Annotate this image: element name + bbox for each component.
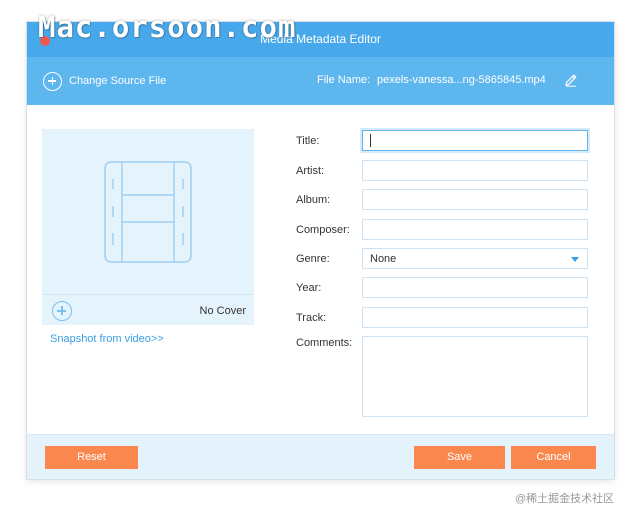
genre-select[interactable]: None (362, 248, 588, 269)
year-label: Year: (296, 282, 322, 294)
file-name-value: pexels-vanessa...ng-5865845.mp4 (377, 74, 546, 86)
cover-footer: No Cover (42, 294, 254, 325)
album-input[interactable] (362, 189, 588, 210)
genre-label: Genre: (296, 253, 330, 265)
plus-circle-icon (43, 71, 62, 91)
artist-label: Artist: (296, 165, 325, 177)
track-input[interactable] (362, 307, 588, 328)
composer-input[interactable] (362, 219, 588, 240)
toolbar: Change Source File File Name: pexels-van… (27, 57, 614, 105)
text-cursor (370, 134, 371, 147)
title-label: Title: (296, 135, 320, 147)
add-cover-button[interactable] (52, 301, 72, 321)
cover-art-panel: No Cover (42, 129, 254, 325)
artist-input[interactable] (362, 160, 588, 181)
change-source-file-button[interactable]: Change Source File (43, 71, 166, 91)
album-label: Album: (296, 194, 331, 206)
film-strip-icon (104, 161, 192, 263)
cancel-button[interactable]: Cancel (511, 446, 596, 469)
save-button[interactable]: Save (414, 446, 505, 469)
chevron-down-icon (571, 257, 579, 262)
no-cover-label: No Cover (199, 305, 246, 317)
snapshot-from-video-link[interactable]: Snapshot from video>> (50, 333, 164, 345)
screenshot-stage: Media Metadata Editor Change Source File… (0, 0, 640, 510)
reset-button[interactable]: Reset (45, 446, 138, 469)
file-name-label: File Name: (317, 74, 371, 86)
site-watermark: Mac.orsoon.com (38, 10, 297, 44)
comments-label: Comments: (296, 337, 353, 349)
credit-watermark: @稀土掘金技术社区 (515, 493, 615, 505)
title-input[interactable] (362, 130, 588, 151)
change-source-file-label: Change Source File (69, 75, 167, 87)
pencil-icon[interactable] (563, 72, 579, 88)
year-input[interactable] (362, 277, 588, 298)
composer-label: Composer: (296, 224, 350, 236)
genre-selected-value: None (370, 253, 397, 265)
footer-bar: Reset Save Cancel (27, 434, 614, 479)
track-label: Track: (296, 312, 327, 324)
comments-textarea[interactable] (362, 336, 588, 417)
metadata-editor-window: Media Metadata Editor Change Source File… (27, 22, 614, 479)
